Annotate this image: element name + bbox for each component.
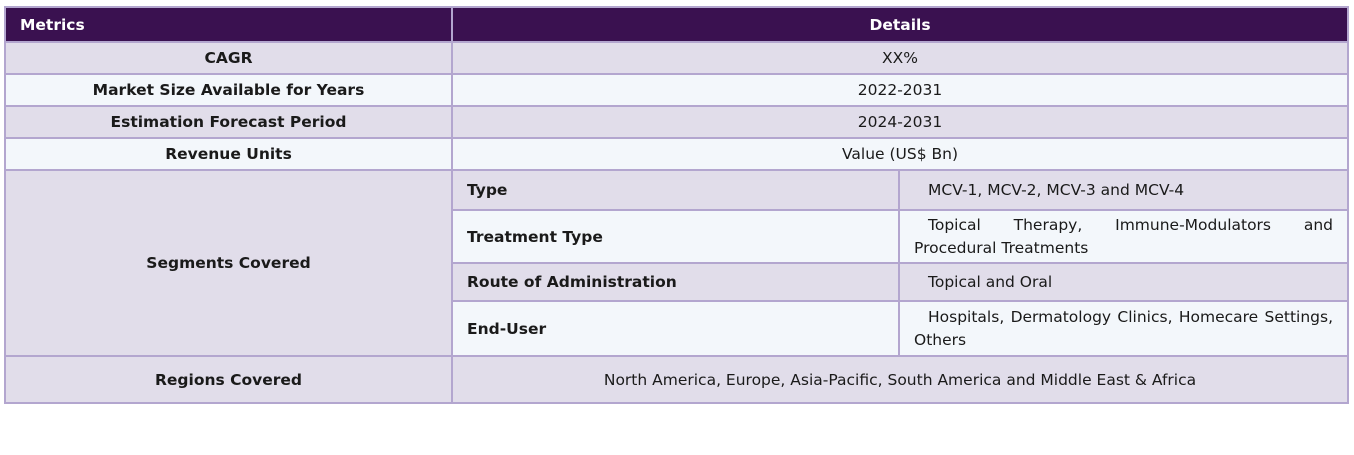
header-metrics: Metrics	[4, 6, 453, 43]
metric-market-size: Market Size Available for Years	[4, 73, 453, 107]
segment-value-text: Hospitals, Dermatology Clinics, Homecare…	[914, 307, 1334, 349]
value-cagr: XX%	[450, 41, 1350, 75]
segment-value: Hospitals, Dermatology Clinics, Homecare…	[897, 300, 1350, 357]
segment-name: Treatment Type	[451, 209, 900, 264]
segment-value-text: MCV-1, MCV-2, MCV-3 and MCV-4	[928, 180, 1185, 199]
segment-value: Topical Therapy, Immune-Modulators and P…	[897, 209, 1350, 264]
metric-regions: Regions Covered	[4, 355, 453, 404]
segment-name: Route of Administration	[451, 262, 900, 302]
report-table: Metrics Details CAGR XX% Market Size Ava…	[4, 6, 1350, 404]
segment-value: MCV-1, MCV-2, MCV-3 and MCV-4	[897, 169, 1350, 211]
segment-name: End-User	[451, 300, 900, 357]
value-forecast: 2024-2031	[450, 105, 1350, 139]
table-row: Regions Covered North America, Europe, A…	[4, 355, 1350, 404]
table-row: Estimation Forecast Period 2024-2031	[4, 105, 1350, 139]
segment-name: Type	[451, 169, 900, 211]
value-market-size: 2022-2031	[450, 73, 1350, 107]
table-row: Segments Covered Type MCV-1, MCV-2, MCV-…	[4, 169, 1350, 357]
metric-forecast: Estimation Forecast Period	[4, 105, 453, 139]
value-regions: North America, Europe, Asia-Pacific, Sou…	[450, 355, 1350, 404]
table-row: CAGR XX%	[4, 41, 1350, 75]
segment-value-text: Topical Therapy, Immune-Modulators and P…	[914, 215, 1334, 257]
segment-value-text: Topical and Oral	[928, 272, 1053, 291]
metric-cagr: CAGR	[4, 41, 453, 75]
segment-value: Topical and Oral	[897, 262, 1350, 302]
metric-segments: Segments Covered	[4, 169, 453, 357]
value-revenue: Value (US$ Bn)	[450, 137, 1350, 171]
header-row: Metrics Details	[4, 6, 1350, 43]
header-details: Details	[450, 6, 1350, 43]
metric-revenue: Revenue Units	[4, 137, 453, 171]
table-row: Market Size Available for Years 2022-203…	[4, 73, 1350, 107]
table-row: Revenue Units Value (US$ Bn)	[4, 137, 1350, 171]
